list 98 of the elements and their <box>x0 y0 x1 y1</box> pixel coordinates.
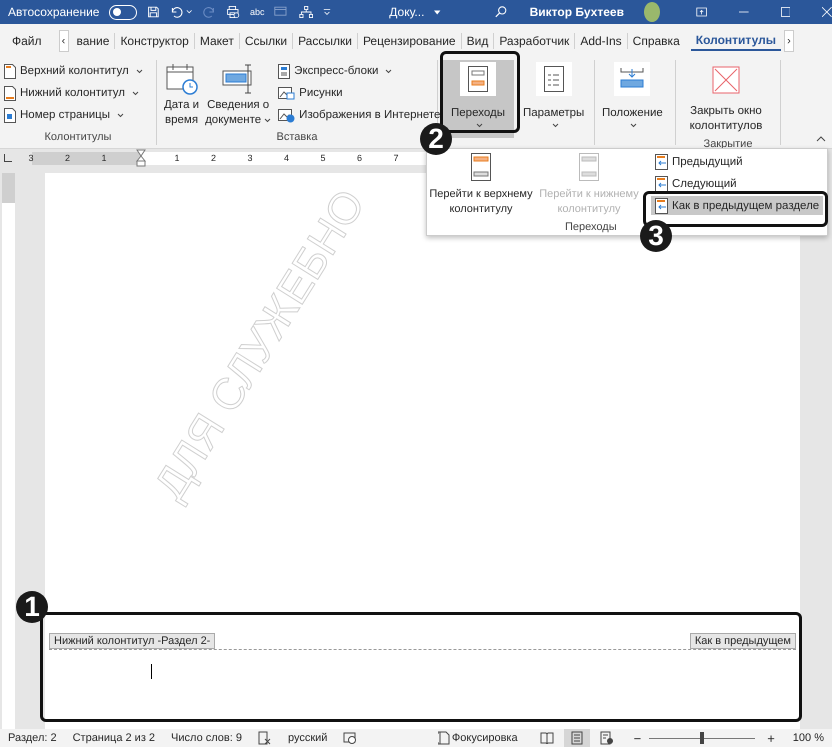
autosave-toggle[interactable] <box>109 4 138 20</box>
web-page-icon <box>600 731 614 745</box>
zoom-slider-thumb[interactable] <box>700 732 704 744</box>
ribbon-tab[interactable]: Ссылки <box>238 33 292 49</box>
ribbon-tab[interactable]: Рецензирование <box>356 33 461 49</box>
search-icon[interactable] <box>494 4 508 20</box>
page-icon <box>4 108 16 122</box>
ruler-number: 2 <box>65 152 70 162</box>
ribbon-button[interactable]: Рисунки <box>278 84 440 102</box>
calendar-clock-icon <box>164 62 199 96</box>
ruler-number: 3 <box>28 152 34 162</box>
document-name[interactable]: Доку... <box>389 5 424 19</box>
ribbon-tab[interactable]: Макет <box>194 33 239 49</box>
spelling-icon[interactable]: abc <box>250 8 264 16</box>
ribbon-button[interactable]: Переходы <box>442 60 514 138</box>
ribbon-tab[interactable]: Конструктор <box>114 33 194 49</box>
header-footer-icon <box>579 153 599 181</box>
footer-label: Нижний колонтитул -Раздел 2- <box>49 633 216 649</box>
ribbon-tab[interactable]: Колонтитулы <box>690 31 781 51</box>
section-indicator[interactable]: Раздел: 2 <box>8 732 57 744</box>
caret-icon[interactable] <box>186 9 193 15</box>
tab-selector-icon[interactable] <box>4 154 12 162</box>
hierarchy-icon[interactable] <box>298 4 314 20</box>
ribbon-button[interactable]: Сведения о документе <box>202 60 274 131</box>
word-count[interactable]: Число слов: 9 <box>171 732 242 744</box>
tab-scroll-button[interactable]: › <box>784 30 794 52</box>
undo-icon[interactable] <box>170 4 184 20</box>
ruler-number: 4 <box>284 152 290 162</box>
ribbon-button[interactable]: Дата и время <box>161 60 202 131</box>
accessibility-icon[interactable] <box>343 731 358 745</box>
step-number-badge: 1 <box>16 591 48 623</box>
close-icon[interactable] <box>822 6 832 18</box>
dropdown-item[interactable]: Как в предыдущем разделе <box>651 196 824 215</box>
ribbon-tab[interactable]: вание <box>72 33 114 49</box>
linked-page-icon <box>655 198 668 214</box>
linked-page-icon <box>655 176 668 192</box>
ribbon-button[interactable]: Номер страницы <box>4 106 152 124</box>
page-icon <box>4 86 16 100</box>
minimize-icon[interactable] <box>739 11 749 13</box>
page-indicator[interactable]: Страница 2 из 2 <box>72 732 156 744</box>
header-footer-icon <box>468 66 488 92</box>
book-icon <box>540 732 554 744</box>
header-footer-icon <box>471 153 491 181</box>
ribbon-button[interactable]: Положение <box>599 60 666 138</box>
zoom-out-button[interactable]: − <box>634 730 642 746</box>
group-label: Закрытие <box>702 138 754 150</box>
ruler-number: 5 <box>320 152 326 162</box>
ruler-number: 3 <box>248 152 253 162</box>
group-label: Переходы <box>565 221 617 235</box>
autosave-label: Автосохранение <box>8 5 100 19</box>
blocks-icon <box>278 64 290 78</box>
link-to-previous-label: Как в предыдущем <box>690 633 796 649</box>
ruler-number: 7 <box>394 152 399 162</box>
focus-icon <box>438 731 450 745</box>
zoom-in-button[interactable]: + <box>767 730 775 746</box>
maximize-icon[interactable] <box>780 6 790 18</box>
ribbon-tab[interactable]: Add-Ins <box>574 33 627 49</box>
ribbon-display-icon[interactable] <box>696 6 708 18</box>
ruler-number: 1 <box>174 152 180 162</box>
picture-icon <box>278 108 296 122</box>
ribbon-button[interactable]: Экспресс-блоки <box>278 62 440 80</box>
caret-icon[interactable] <box>434 10 441 14</box>
print-preview-icon[interactable] <box>226 4 240 20</box>
ribbon-tab[interactable]: Рассылки <box>292 33 357 49</box>
ribbon-tab[interactable]: Файл <box>0 33 56 49</box>
save-icon[interactable] <box>147 4 160 20</box>
proofing-icon[interactable] <box>258 731 272 745</box>
ribbon-button[interactable]: Нижний колонтитул <box>4 84 152 102</box>
group-label: Вставка <box>276 131 318 145</box>
view-mode-button[interactable] <box>564 729 590 747</box>
picture-icon <box>278 86 296 100</box>
cross-icon <box>712 66 740 94</box>
focus-button[interactable]: Фокусировка <box>438 731 518 745</box>
tab-scroll-button[interactable]: ‹ <box>58 30 69 52</box>
ribbon-button[interactable]: Изображения в Интернете <box>278 106 440 124</box>
page-layout-icon <box>570 731 583 745</box>
text-cursor <box>151 664 152 679</box>
ribbon-button[interactable]: Параметры <box>520 60 588 138</box>
group-label: Колонтитулы <box>44 131 112 145</box>
customize-toolbar-icon[interactable] <box>323 7 332 17</box>
ribbon-tab[interactable]: Разработчик <box>493 33 574 49</box>
dropdown-item[interactable]: Следующий <box>651 174 824 193</box>
linked-page-icon <box>655 154 668 170</box>
ribbon-button[interactable]: Верхний колонтитул <box>4 62 152 80</box>
close-header-footer-button[interactable]: Закрыть окно колонтитулов <box>680 60 772 138</box>
ruler-number: 6 <box>357 152 362 162</box>
ribbon-tab[interactable]: Вид <box>460 33 494 49</box>
ruler-number: 1 <box>102 152 107 162</box>
avatar-icon[interactable] <box>644 2 660 22</box>
page-icon <box>4 64 16 78</box>
zoom-level[interactable]: 100 % <box>792 732 824 744</box>
checklist-icon <box>544 66 564 92</box>
ruler-number: 2 <box>211 152 216 162</box>
indent-marker-icon[interactable] <box>136 148 146 166</box>
user-name[interactable]: Виктор Бухтеев <box>530 5 624 19</box>
collapse-ribbon-icon[interactable] <box>816 136 826 142</box>
language-indicator[interactable]: русский <box>288 732 328 744</box>
ribbon-tab[interactable]: Справка <box>626 33 685 49</box>
